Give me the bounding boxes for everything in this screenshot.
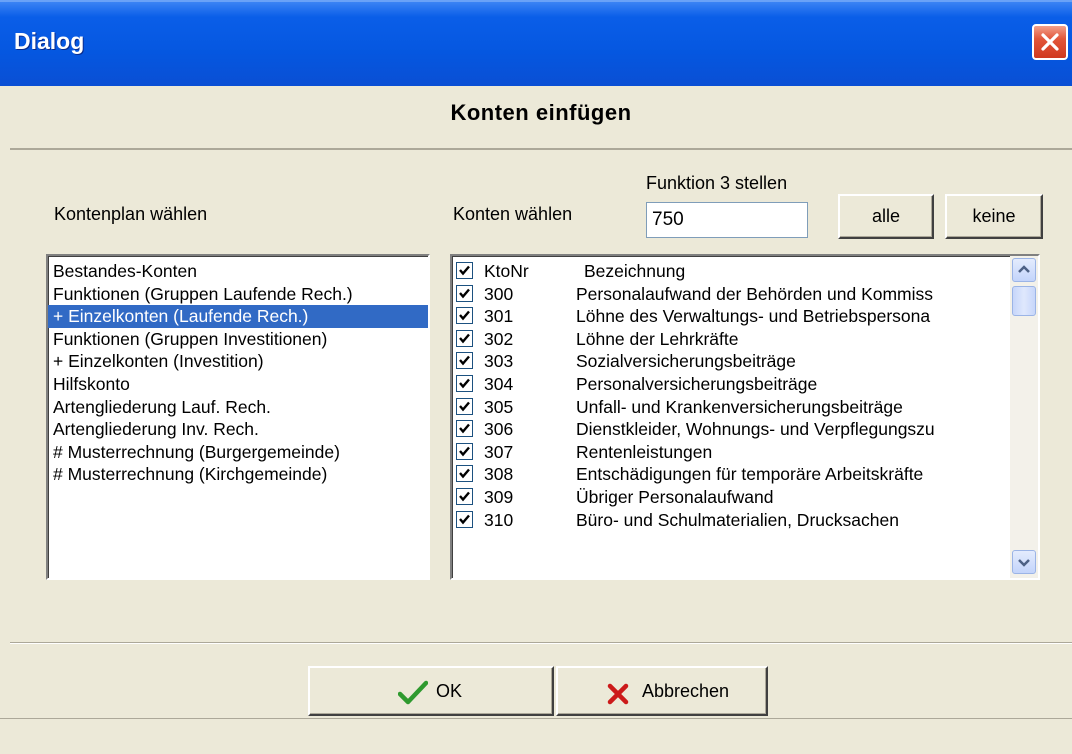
accounts-listbox[interactable]: KtoNr Bezeichnung 300 Personalaufwand der B… — [450, 254, 1040, 580]
account-checkbox[interactable] — [456, 442, 473, 460]
status-bar — [0, 718, 1072, 754]
ok-label: OK — [436, 681, 463, 701]
checkmark-icon — [459, 310, 470, 321]
account-description: Dienstkleider, Wohnungs- und Verpflegung… — [576, 419, 935, 440]
plan-list-item[interactable]: Funktionen (Gruppen Investitionen) — [48, 328, 428, 351]
plan-label: Kontenplan wählen — [54, 204, 208, 224]
account-checkbox[interactable] — [456, 397, 473, 415]
checkmark-icon — [459, 265, 470, 276]
account-number: 302 — [484, 328, 514, 349]
accounts-label: Konten wählen — [453, 204, 573, 224]
chevron-down-icon — [1018, 559, 1030, 567]
chevron-up-icon — [1018, 265, 1030, 273]
list-item[interactable]: 301 Löhne des Verwaltungs- und Betriebspe… — [452, 305, 1038, 328]
cancel-label: Abbrechen — [642, 681, 730, 701]
list-item[interactable]: 309 Übriger Personalaufwand — [452, 486, 1038, 509]
checkmark-icon — [459, 356, 470, 366]
account-checkbox[interactable] — [456, 307, 473, 325]
account-number: 310 — [484, 509, 514, 530]
account-description: Personalaufwand der Behörden und Kommiss — [576, 283, 934, 304]
function-input[interactable]: 750 — [646, 202, 808, 238]
account-description: Rentenleistungen — [576, 441, 713, 462]
close-icon — [1041, 33, 1059, 51]
account-number: 308 — [484, 464, 514, 485]
accounts-scrollbar[interactable] — [1010, 256, 1038, 578]
checkmark-icon — [459, 401, 470, 411]
list-item[interactable]: 308 Entschädigungen für temporäre Arbeits… — [452, 463, 1038, 486]
plan-list-item[interactable]: Bestandes-Konten — [48, 260, 428, 283]
account-description: Löhne der Lehrkräfte — [576, 328, 739, 349]
list-item[interactable]: 303 Sozialversicherungsbeiträge — [452, 350, 1038, 373]
plan-list-item[interactable]: Artengliederung Inv. Rech. — [48, 418, 428, 441]
account-number: 306 — [484, 419, 514, 440]
account-checkbox[interactable] — [456, 262, 473, 279]
separator — [10, 642, 1072, 644]
checkmark-icon — [459, 423, 470, 434]
checkmark-icon — [459, 514, 470, 524]
ok-button[interactable]: OK — [308, 666, 554, 716]
account-description: Entschädigungen für temporäre Arbeitskrä… — [576, 464, 924, 485]
title-bar[interactable]: Dialog — [0, 0, 1072, 86]
account-number: 305 — [484, 396, 514, 417]
scroll-thumb[interactable] — [1012, 286, 1036, 316]
plan-listbox[interactable]: Bestandes-Konten Funktionen (Gruppen Lauf… — [46, 254, 430, 580]
account-checkbox[interactable] — [456, 284, 473, 302]
list-item[interactable]: 310 Büro- und Schulmaterialien, Drucksach… — [452, 509, 1038, 532]
account-description: Übriger Personalaufwand — [576, 486, 774, 507]
account-description: Unfall- und Krankenversicherungsbeiträge — [576, 396, 903, 417]
list-item[interactable]: 307 Rentenleistungen — [452, 441, 1038, 464]
checkmark-icon — [459, 288, 470, 298]
plan-list-item[interactable]: # Musterrechnung (Kirchgemeinde) — [48, 463, 428, 486]
account-checkbox[interactable] — [456, 374, 473, 392]
account-checkbox[interactable] — [456, 329, 473, 347]
checkmark-icon — [459, 469, 470, 479]
account-checkbox[interactable] — [456, 420, 473, 438]
function-label: Funktion 3 stellen — [646, 173, 788, 193]
account-checkbox[interactable] — [456, 352, 473, 370]
account-description: Sozialversicherungsbeiträge — [576, 351, 796, 372]
dialog-client: Konten einfügen Kontenplan wählen Funkti… — [0, 86, 1072, 753]
checkmark-icon — [459, 378, 470, 389]
checkmark-icon — [398, 680, 428, 705]
account-number: KtoNr — [484, 261, 529, 281]
list-item[interactable]: 305 Unfall- und Krankenversicherungsbeitr… — [452, 396, 1038, 419]
page-title: Konten einfügen — [450, 100, 632, 125]
plan-list-item[interactable]: + Einzelkonten (Investition) — [48, 350, 428, 373]
checkmark-icon — [459, 446, 470, 457]
checkmark-icon — [459, 491, 470, 502]
column-header-row[interactable]: KtoNr Bezeichnung — [452, 260, 1038, 283]
account-description: Löhne des Verwaltungs- und Betriebsperso… — [576, 306, 931, 327]
account-description: Büro- und Schulmaterialien, Drucksachen — [576, 509, 899, 530]
scroll-down-button[interactable] — [1012, 550, 1036, 574]
account-number: 307 — [484, 441, 514, 462]
list-item[interactable]: 302 Löhne der Lehrkräfte — [452, 328, 1038, 351]
select-none-button[interactable]: keine — [945, 194, 1043, 239]
header-band: Konten einfügen — [10, 86, 1072, 150]
account-checkbox[interactable] — [456, 510, 473, 528]
window-title: Dialog — [14, 28, 85, 54]
account-checkbox[interactable] — [456, 487, 473, 505]
list-item[interactable]: 306 Dienstkleider, Wohnungs- und Verpfleg… — [452, 418, 1038, 441]
account-description: Personalversicherungsbeiträge — [576, 373, 818, 394]
account-number: 304 — [484, 373, 514, 394]
plan-list-item[interactable]: Hilfskonto — [48, 373, 428, 396]
account-number: 303 — [484, 351, 514, 372]
cancel-button[interactable]: Abbrechen — [556, 666, 768, 716]
list-item[interactable]: 300 Personalaufwand der Behörden und Komm… — [452, 283, 1038, 306]
plan-list-item[interactable]: Funktionen (Gruppen Laufende Rech.) — [48, 283, 428, 306]
list-item[interactable]: 304 Personalversicherungsbeiträge — [452, 373, 1038, 396]
account-checkbox[interactable] — [456, 465, 473, 483]
account-number: 301 — [484, 306, 514, 327]
plan-list-item[interactable]: Artengliederung Lauf. Rech. — [48, 396, 428, 419]
plan-list-item[interactable]: # Musterrechnung (Burgergemeinde) — [48, 441, 428, 464]
account-description: Bezeichnung — [584, 261, 686, 281]
cross-icon — [607, 683, 629, 705]
account-number: 300 — [484, 283, 514, 304]
close-button[interactable] — [1032, 24, 1068, 60]
checkmark-icon — [459, 333, 470, 344]
scroll-up-button[interactable] — [1012, 258, 1036, 282]
plan-list-item[interactable]: + Einzelkonten (Laufende Rech.) — [48, 305, 428, 328]
account-number: 309 — [484, 486, 514, 507]
select-all-button[interactable]: alle — [838, 194, 934, 239]
